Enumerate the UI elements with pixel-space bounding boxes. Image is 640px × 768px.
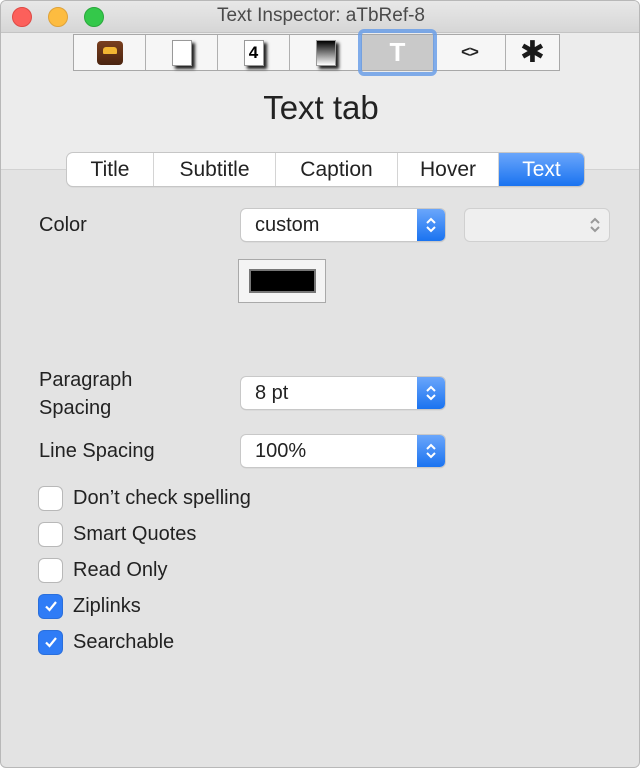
- page-title: Text tab: [263, 89, 379, 126]
- tab-hover[interactable]: Hover: [398, 153, 499, 186]
- checkbox-dont-check-spelling[interactable]: Don’t check spelling: [39, 485, 251, 511]
- properties-tab-button[interactable]: [74, 35, 146, 70]
- color-secondary-popup[interactable]: [465, 209, 609, 241]
- text-type-tabs: Title Subtitle Caption Hover Text: [67, 153, 584, 186]
- background-tab-button[interactable]: [290, 35, 362, 70]
- checkmark-icon: [44, 601, 57, 612]
- paragraph-spacing-label: Paragraph Spacing: [39, 366, 132, 422]
- checkbox[interactable]: [39, 522, 62, 546]
- checkbox-label: Searchable: [73, 630, 175, 653]
- settings-tab-button[interactable]: ✱: [506, 35, 559, 70]
- checkbox[interactable]: [39, 486, 62, 510]
- code-icon: <>: [461, 43, 479, 61]
- appearance-icon: [171, 39, 192, 66]
- paragraph-spacing-value: 8 pt: [255, 382, 289, 404]
- quickstamp-tab-button[interactable]: 4: [218, 35, 290, 70]
- checkbox-searchable[interactable]: Searchable: [39, 629, 174, 655]
- inspector-header: 4 T <> ✱ Text tab: [1, 29, 639, 170]
- checkbox[interactable]: [39, 594, 62, 618]
- paragraph-spacing-label-line2: Spacing: [39, 397, 112, 419]
- checkbox-read-only[interactable]: Read Only: [39, 557, 168, 583]
- color-label: Color: [39, 214, 87, 236]
- checkbox-ziplinks[interactable]: Ziplinks: [39, 593, 141, 619]
- checkbox-smart-quotes[interactable]: Smart Quotes: [39, 521, 196, 547]
- background-icon: [315, 39, 336, 66]
- checkmark-icon: [44, 637, 57, 648]
- appearance-tab-button[interactable]: [146, 35, 218, 70]
- tab-title[interactable]: Title: [67, 153, 154, 186]
- updown-chevron-icon: [581, 209, 609, 241]
- updown-chevron-icon: [417, 377, 445, 409]
- window-title: Text Inspector: aTbRef-8: [216, 5, 426, 26]
- tab-subtitle[interactable]: Subtitle: [154, 153, 276, 186]
- checkbox-label: Don’t check spelling: [73, 486, 251, 509]
- text-icon: T: [389, 37, 406, 67]
- updown-chevron-icon: [417, 209, 445, 241]
- line-spacing-popup[interactable]: 100%: [241, 435, 445, 467]
- updown-chevron-icon: [417, 435, 445, 467]
- code-tab-button[interactable]: <>: [434, 35, 506, 70]
- quickstamp-icon: 4: [243, 39, 264, 66]
- paragraph-spacing-popup[interactable]: 8 pt: [241, 377, 445, 409]
- gear-icon: ✱: [519, 35, 546, 69]
- text-inspector-window: Text Inspector: aTbRef-8 4 T <> ✱ Text t…: [0, 0, 640, 768]
- checkbox-label: Smart Quotes: [73, 522, 197, 545]
- color-swatch: [249, 269, 316, 293]
- checkbox[interactable]: [39, 558, 62, 582]
- tab-caption[interactable]: Caption: [276, 153, 398, 186]
- title-bar: Text Inspector: aTbRef-8: [1, 1, 639, 33]
- line-spacing-value: 100%: [255, 440, 307, 462]
- paragraph-spacing-label-line1: Paragraph: [39, 369, 133, 391]
- inspector-toolbar: 4 T <> ✱: [73, 29, 560, 76]
- checkbox-label: Ziplinks: [73, 594, 141, 617]
- text-tab-button[interactable]: T: [358, 29, 437, 76]
- color-popup-value: custom: [255, 214, 320, 236]
- checkbox-label: Read Only: [73, 558, 168, 581]
- color-swatch-well[interactable]: [238, 259, 326, 303]
- tab-text[interactable]: Text: [499, 153, 584, 186]
- line-spacing-label: Line Spacing: [39, 440, 155, 462]
- color-popup[interactable]: custom: [241, 209, 445, 241]
- checkbox[interactable]: [39, 630, 62, 654]
- properties-icon: [96, 40, 123, 65]
